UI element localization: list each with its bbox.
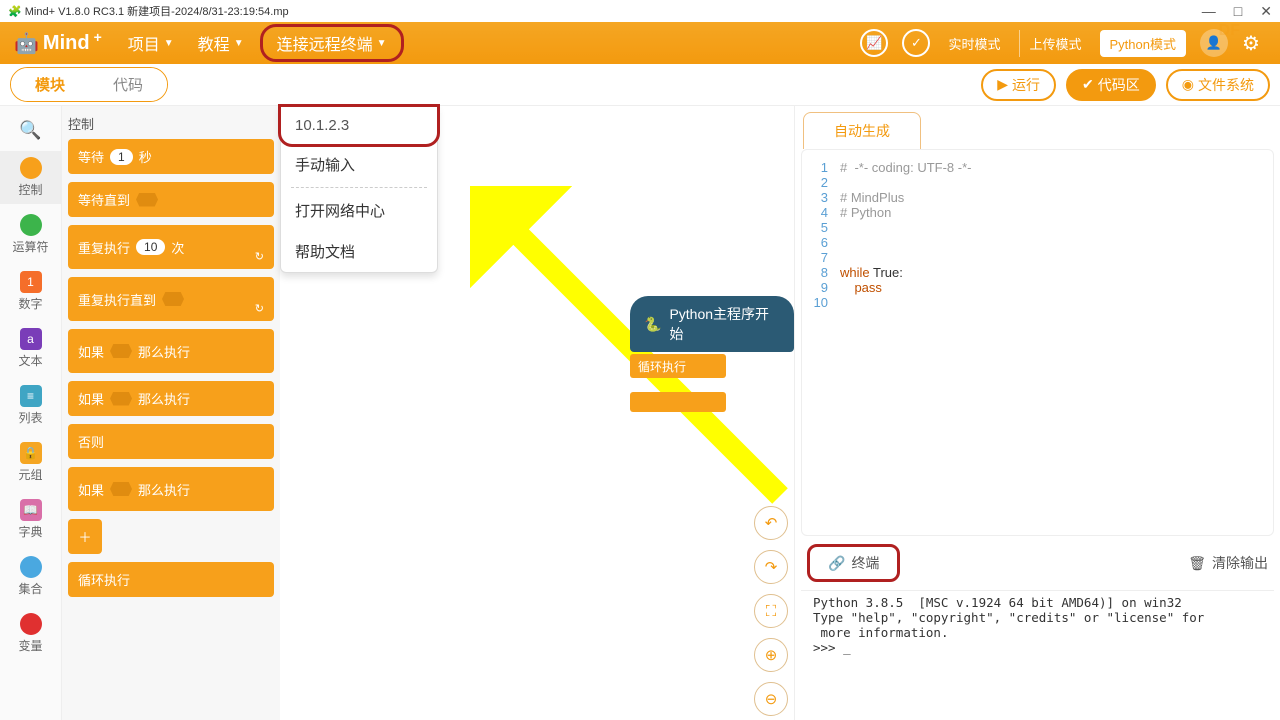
loop-icon: ↻ [255,302,264,315]
stage-canvas[interactable]: 10.1.2.3 手动输入 打开网络中心 帮助文档 🐍Python主程序开始 循… [280,106,794,720]
minimize-button[interactable]: — [1202,3,1216,20]
block-if2[interactable]: 如果那么执行 [68,467,274,511]
cat-list[interactable]: ≡列表 [0,379,61,432]
mode-realtime[interactable]: 实时模式 [944,30,1004,57]
chart-icon[interactable]: 📈 [860,29,888,57]
trash-icon: 🗑 [1188,555,1206,572]
code-icon: ✔ [1082,76,1094,93]
sub-toolbar: 模块 代码 ▶运行 ✔代码区 ◉文件系统 [0,64,1280,106]
loop-icon: ↻ [255,250,264,263]
dropdown-help[interactable]: 帮助文档 [281,231,437,272]
maximize-button[interactable]: □ [1234,3,1242,20]
cat-set[interactable]: 集合 [0,550,61,603]
view-switch: 模块 代码 [10,67,168,102]
close-button[interactable]: ✕ [1260,3,1272,20]
zoom-out-button[interactable]: ⊖ [754,682,788,716]
window-titlebar: 🧩 Mind+ V1.8.0 RC3.1 新建项目-2024/8/31-23:1… [0,0,1280,22]
filesystem-button[interactable]: ◉文件系统 [1166,69,1270,101]
code-editor[interactable]: 1# -*- coding: UTF-8 -*-23# MindPlus4# P… [801,149,1274,536]
chevron-down-icon: ▼ [377,38,387,49]
terminal-tab[interactable]: 🔗终端 [807,544,900,582]
cat-number[interactable]: 1数字 [0,265,61,318]
menu-project[interactable]: 项目▼ [120,24,182,62]
block-add[interactable]: ＋ [68,519,102,554]
category-rail: 🔍 控制 运算符 1数字 a文本 ≡列表 🔒元组 📖字典 集合 变量 [0,106,62,720]
menu-connect-remote[interactable]: 连接远程终端▼ [260,24,404,62]
tab-blocks[interactable]: 模块 [11,68,89,101]
block-if[interactable]: 如果那么执行 [68,329,274,373]
cat-control[interactable]: 控制 [0,151,61,204]
center-button[interactable]: ⛶ [754,594,788,628]
block-repeat-until[interactable]: 重复执行直到↻ [68,277,274,321]
codearea-button[interactable]: ✔代码区 [1066,69,1156,101]
block-else[interactable]: 否则 [68,424,274,459]
clear-output-button[interactable]: 🗑清除输出 [1188,553,1268,573]
block-wait-until[interactable]: 等待直到 [68,182,274,217]
menu-tutorial[interactable]: 教程▼ [190,24,252,62]
python-icon: 🐍 [644,316,661,333]
block-forever[interactable]: 循环执行 [68,562,274,597]
dropdown-ip[interactable]: 10.1.2.3 [278,104,440,147]
check-icon[interactable]: ✓ [902,29,930,57]
avatar-icon[interactable]: 👤 [1200,29,1228,57]
play-icon: ▶ [997,76,1008,93]
run-button[interactable]: ▶运行 [981,69,1056,101]
cat-operators[interactable]: 运算符 [0,208,61,261]
undo-button[interactable]: ↶ [754,506,788,540]
folder-icon: ◉ [1182,76,1194,93]
app-logo[interactable]: 🤖Mind+ [14,31,102,56]
dropdown-manual[interactable]: 手动输入 [281,144,437,185]
gear-icon[interactable]: ⚙ [1242,31,1266,55]
right-panel: 自动生成 1# -*- coding: UTF-8 -*-23# MindPlu… [794,106,1280,720]
dropdown-netcenter[interactable]: 打开网络中心 [281,190,437,231]
top-toolbar: 🤖Mind+ 项目▼ 教程▼ 连接远程终端▼ 📈 ✓ 实时模式 上传模式 Pyt… [0,22,1280,64]
app-icon: 🧩 [8,5,22,18]
mode-python[interactable]: Python模式 [1100,30,1186,57]
cat-tuple[interactable]: 🔒元组 [0,436,61,489]
redo-button[interactable]: ↷ [754,550,788,584]
block-palette: 控制 等待1秒 等待直到 重复执行10次↻ 重复执行直到↻ 如果那么执行 如果那… [62,106,280,720]
terminal-output[interactable]: Python 3.8.5 [MSC v.1924 64 bit AMD64)] … [801,590,1274,720]
block-if-else[interactable]: 如果那么执行 [68,381,274,416]
mode-upload[interactable]: 上传模式 [1019,30,1086,57]
cat-dict[interactable]: 📖字典 [0,493,61,546]
block-loop-exec: 循环执行 [630,354,726,378]
cat-variable[interactable]: 变量 [0,607,61,660]
chevron-down-icon: ▼ [234,38,244,49]
tab-autogen[interactable]: 自动生成 [803,112,921,149]
tab-code[interactable]: 代码 [89,68,167,101]
block-wait[interactable]: 等待1秒 [68,139,274,174]
window-title: Mind+ V1.8.0 RC3.1 新建项目-2024/8/31-23:19:… [25,3,289,19]
search-button[interactable]: 🔍 [0,114,61,147]
block-loop-body [630,392,726,412]
link-icon: 🔗 [828,555,845,572]
stage-script[interactable]: 🐍Python主程序开始 循环执行 [630,296,794,412]
connect-dropdown: 10.1.2.3 手动输入 打开网络中心 帮助文档 [280,106,438,273]
zoom-in-button[interactable]: ⊕ [754,638,788,672]
cat-text[interactable]: a文本 [0,322,61,375]
block-repeat[interactable]: 重复执行10次↻ [68,225,274,269]
block-python-start: 🐍Python主程序开始 [630,296,794,352]
search-icon: 🔍 [19,120,41,141]
palette-title: 控制 [68,114,274,133]
chevron-down-icon: ▼ [164,38,174,49]
